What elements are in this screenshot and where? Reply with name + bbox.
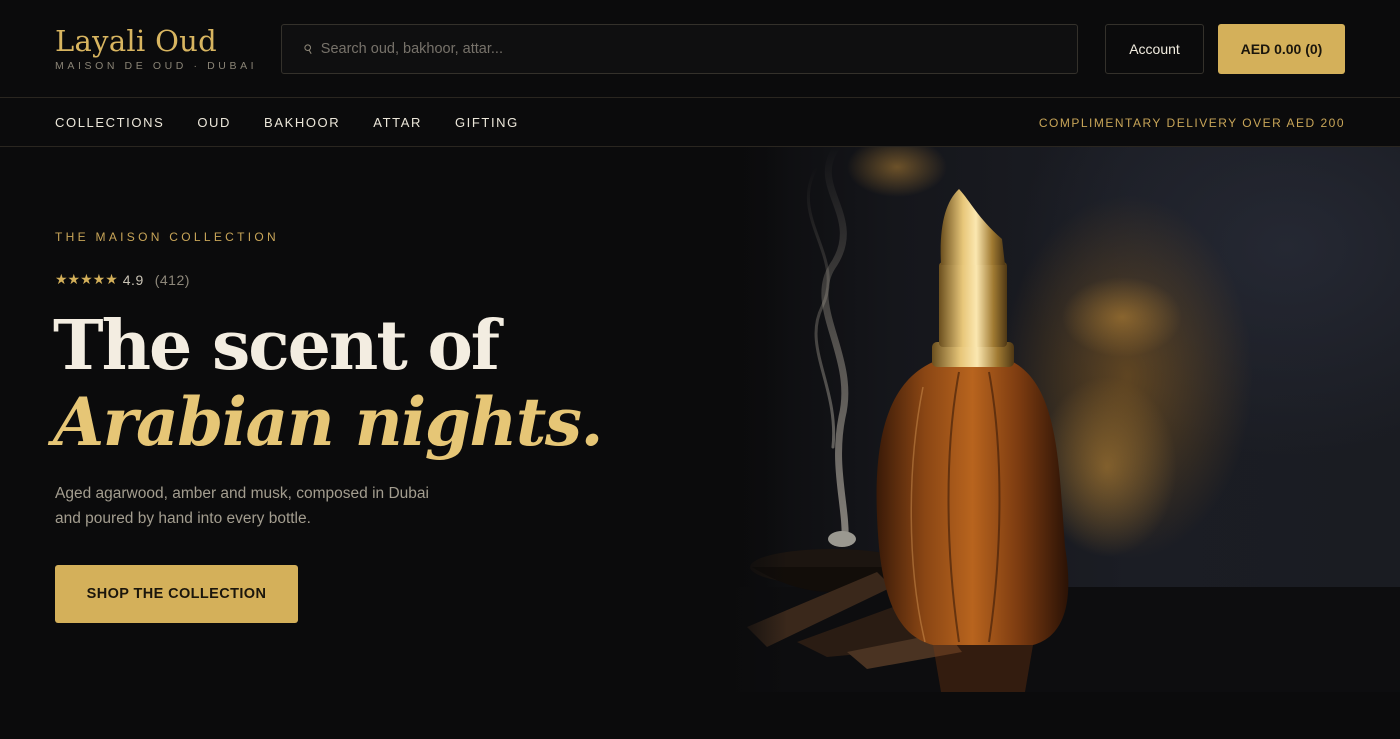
nav-item-oud[interactable]: OUD: [197, 115, 231, 130]
rating-value: 4.9: [122, 271, 144, 288]
brand-tagline: MAISON DE OUD · DUBAI: [55, 60, 258, 72]
nav-item-gifting[interactable]: GIFTING: [455, 115, 519, 130]
site-header: Layali Oud MAISON DE OUD · DUBAI ⚲ Accou…: [0, 0, 1400, 98]
review-count: (412): [154, 271, 190, 288]
hero-headline: The scent of Arabian nights.: [53, 306, 604, 461]
hero-description: Aged agarwood, amber and musk, composed …: [55, 485, 429, 527]
brand-name: Layali Oud: [55, 24, 218, 58]
perfume-bottle-illustration: [727, 147, 1400, 692]
rating: ★★★★★ 4.9 (412): [55, 271, 190, 288]
search-icon: ⚲: [301, 40, 316, 58]
hero-eyebrow: THE MAISON COLLECTION: [55, 230, 279, 244]
account-button[interactable]: Account: [1105, 24, 1204, 74]
nav-item-attar[interactable]: ATTAR: [373, 115, 422, 130]
cart-button[interactable]: AED 0.00 (0): [1218, 24, 1345, 74]
delivery-promo: COMPLIMENTARY DELIVERY OVER AED 200: [1038, 115, 1345, 130]
headline-line-2: Arabian nights.: [53, 383, 604, 461]
hero-product-image: [727, 147, 1400, 692]
nav-item-bakhoor[interactable]: BAKHOOR: [264, 115, 340, 130]
brand-logo[interactable]: Layali Oud MAISON DE OUD · DUBAI: [55, 24, 257, 72]
main-nav: COLLECTIONS OUD BAKHOOR ATTAR GIFTING CO…: [0, 98, 1400, 147]
shop-collection-button[interactable]: SHOP THE COLLECTION: [55, 565, 298, 623]
nav-item-collections[interactable]: COLLECTIONS: [55, 115, 164, 130]
star-rating-icon: ★★★★★: [55, 271, 118, 287]
search-bar[interactable]: ⚲: [281, 24, 1078, 74]
headline-line-1: The scent of: [53, 306, 500, 386]
search-input[interactable]: [320, 41, 1021, 57]
